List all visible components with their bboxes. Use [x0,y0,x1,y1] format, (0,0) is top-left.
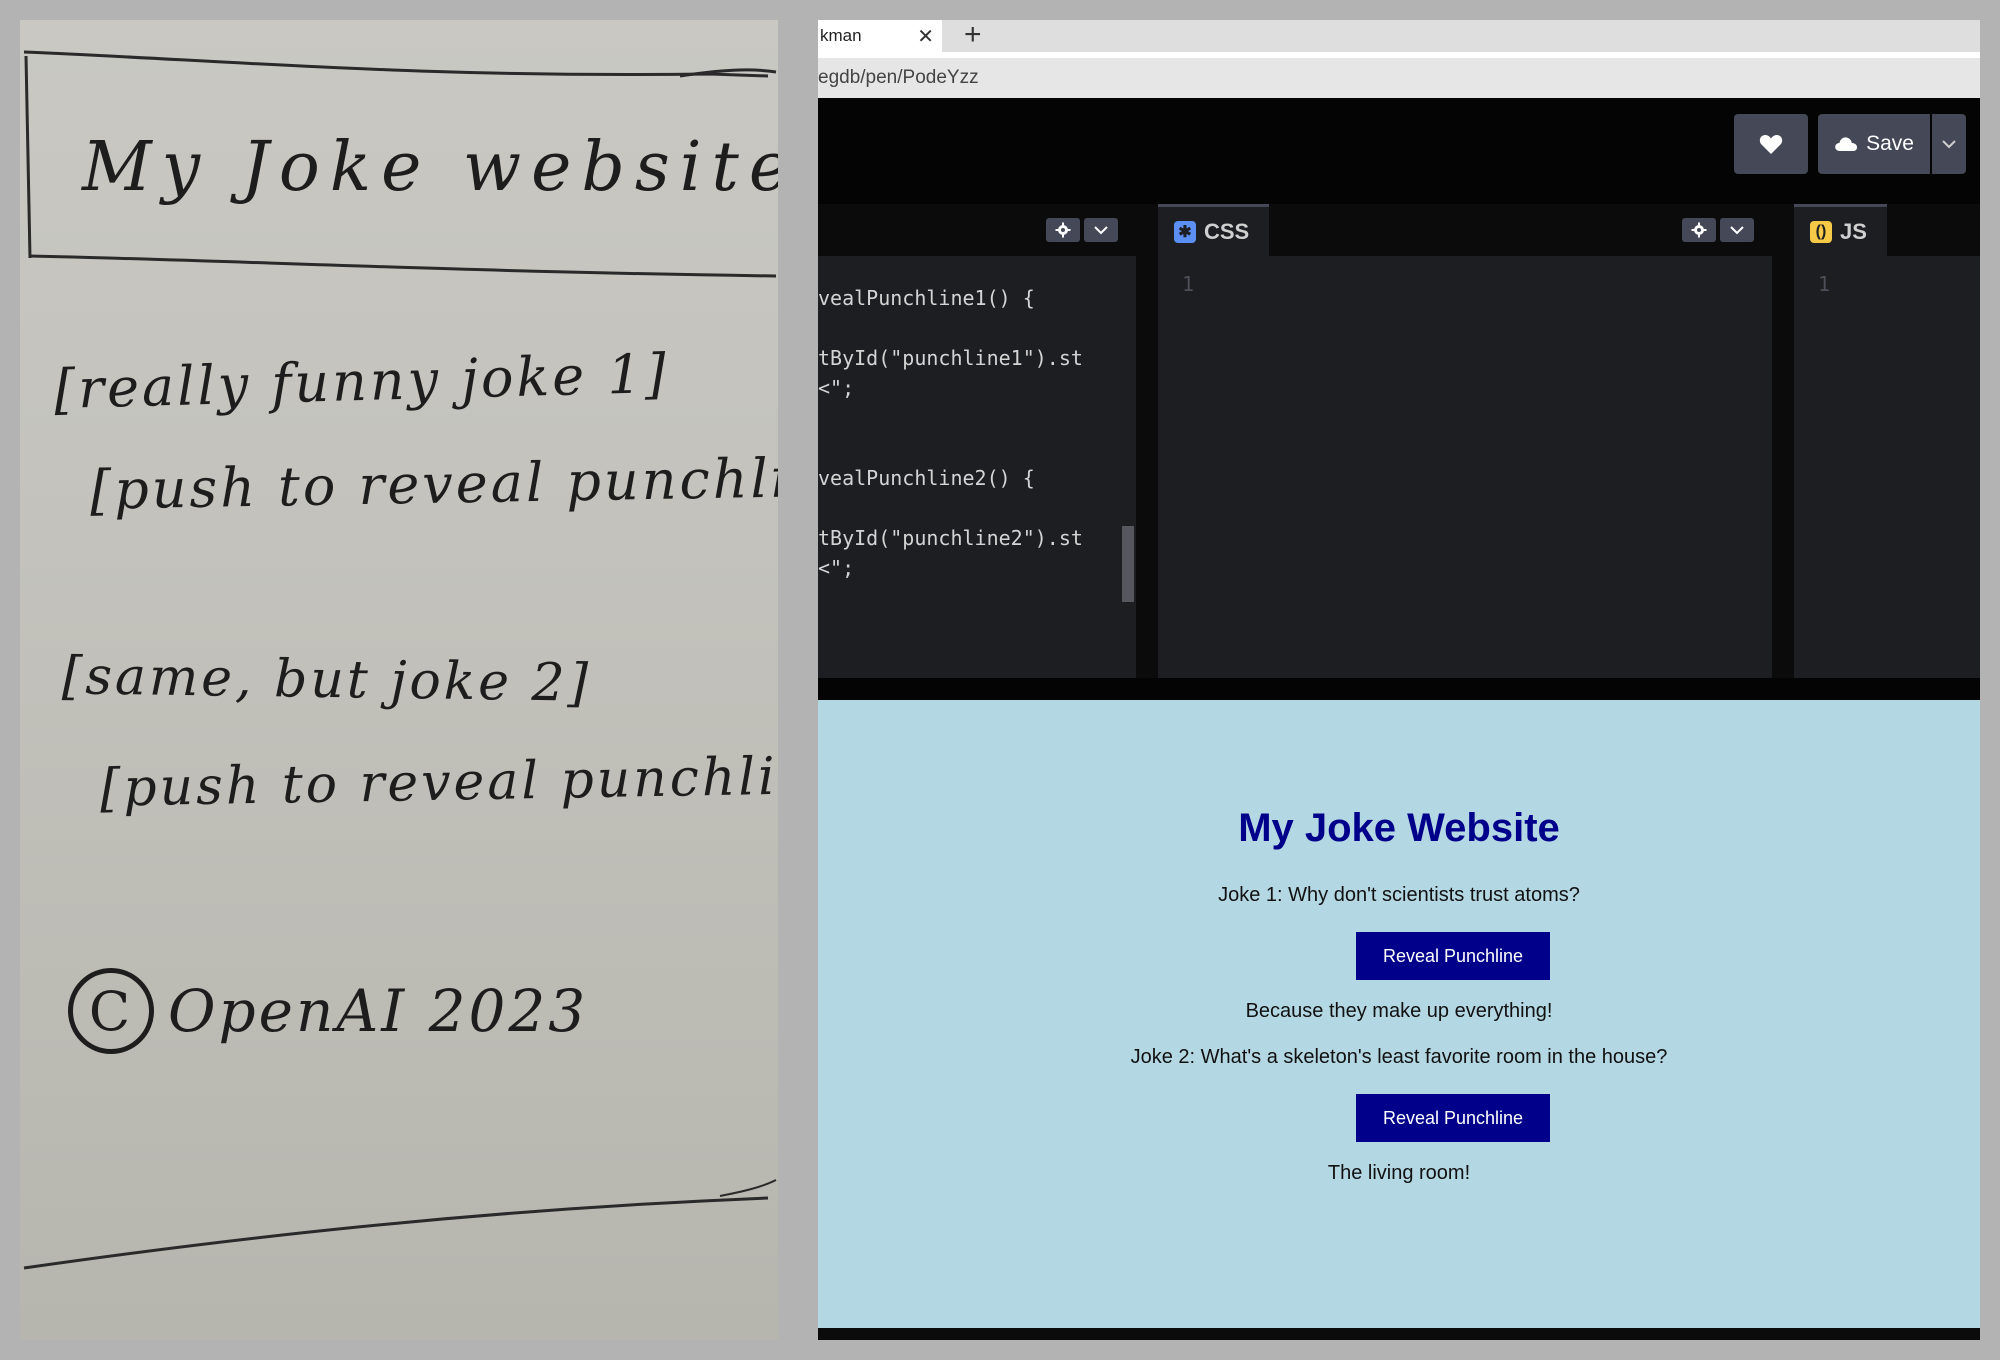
save-options-button[interactable] [1932,114,1966,174]
codepen-header: Save [818,98,1980,204]
save-label: Save [1866,132,1914,155]
sketch-copyright-text: OpenAI 2023 [168,977,589,1045]
punchline-1-text: Because they make up everything! [1245,1000,1553,1022]
preview-pane: My Joke Website Joke 1: Why don't scient… [818,700,1980,1336]
save-button[interactable]: Save [1818,114,1930,174]
js-editor-panel: () JS 1 [1794,204,1980,678]
html-collapse-button[interactable] [1084,218,1118,242]
love-button[interactable] [1734,114,1808,174]
footer-bar [818,1328,1980,1340]
code-line: <"; [818,376,855,400]
reveal-punchline-1-button[interactable]: Reveal Punchline [1356,932,1550,980]
css-panel-header: ✱ CSS [1158,204,1772,256]
tab-bar: kman ✕ + [818,20,1980,52]
css-settings-button[interactable] [1682,218,1716,242]
chevron-down-icon [1094,226,1108,235]
css-panel-controls [1682,218,1754,242]
line-number: 1 [1182,272,1195,296]
css-code-area[interactable]: 1 [1158,256,1772,678]
css-editor-panel: ✱ CSS 1 [1158,204,1772,678]
html-code-area[interactable]: vealPunchline1() { tById("punchline1").s… [818,256,1136,678]
code-line: tById("punchline1").st [818,346,1083,370]
html-panel-controls [1046,218,1118,242]
sketch-joke-1-punchline: [push to reveal punchline [89,445,778,522]
js-tab-label: JS [1840,218,1867,244]
tab-css[interactable]: ✱ CSS [1158,204,1270,256]
sketch-joke-2: [same, but joke 2] [61,646,592,714]
css-tab-label: CSS [1204,218,1250,244]
editor-panels: vealPunchline1() { tById("punchline1").s… [818,204,1980,678]
resize-divider[interactable] [818,678,1980,700]
chevron-down-icon [1730,226,1744,235]
cloud-icon [1835,137,1858,151]
sketch-paper: My Joke website [really funny joke 1] [p… [20,20,778,1340]
html-editor-panel: vealPunchline1() { tById("punchline1").s… [818,204,1136,678]
js-icon: () [1810,220,1832,243]
html-panel-header [818,204,1136,256]
heart-icon [1759,134,1783,154]
js-panel-header: () JS [1794,204,1980,256]
new-tab-icon[interactable]: + [964,20,982,52]
joke-1-text: Joke 1: Why don't scientists trust atoms… [1218,884,1580,906]
sketch-title: My Joke website [82,128,778,207]
code-line: <"; [818,556,855,580]
html-scrollbar[interactable] [1122,526,1134,602]
gear-icon [1691,222,1707,238]
page-title: My Joke Website [1238,806,1560,850]
url-text: egdb/pen/PodeYzz [818,67,979,88]
copyright-icon: C [68,968,154,1054]
close-icon[interactable]: ✕ [917,24,934,49]
code-line: vealPunchline2() { [818,466,1035,490]
css-icon: ✱ [1174,220,1196,243]
code-line: vealPunchline1() { [818,286,1035,310]
code-line: tById("punchline2").st [818,526,1083,550]
browser-tab[interactable]: kman ✕ [818,20,942,52]
reveal-punchline-2-button[interactable]: Reveal Punchline [1356,1094,1550,1142]
joke-2-text: Joke 2: What's a skeleton's least favori… [1130,1046,1668,1068]
sketch-joke-2-punchline: [push to reveal punchline] [99,745,778,819]
punchline-2-text: The living room! [1327,1162,1471,1184]
html-settings-button[interactable] [1046,218,1080,242]
css-collapse-button[interactable] [1720,218,1754,242]
gear-icon [1055,222,1071,238]
tab-title: kman [820,26,862,45]
line-number: 1 [1818,272,1831,296]
js-code-area[interactable]: 1 [1794,256,1980,678]
tab-js[interactable]: () JS [1794,204,1887,256]
address-bar[interactable]: egdb/pen/PodeYzz [818,58,1980,98]
sketch-copyright: C OpenAI 2023 [68,968,588,1054]
chevron-down-icon [1942,140,1956,149]
browser-window: kman ✕ + egdb/pen/PodeYzz Save vealPunch… [818,20,1980,1340]
